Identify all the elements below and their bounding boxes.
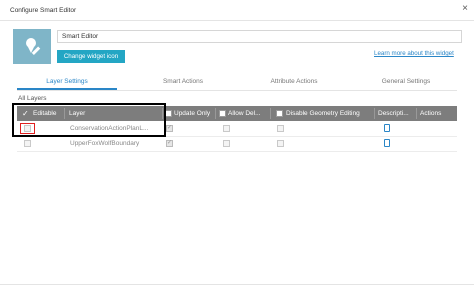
title-divider <box>0 20 474 21</box>
col-description[interactable]: Descripti... <box>378 106 409 121</box>
widget-icon-preview <box>13 29 51 64</box>
row2-disable-geometry-checkbox[interactable] <box>277 140 284 147</box>
row2-update-only-checkbox[interactable] <box>166 139 173 147</box>
allow-delete-all-checkbox[interactable] <box>219 110 226 117</box>
tab-general-settings[interactable]: General Settings <box>350 78 462 85</box>
col-disable-geometry[interactable]: Disable Geometry Editing <box>286 106 360 121</box>
col-divider <box>270 108 271 119</box>
change-widget-icon-button[interactable]: Change widget icon <box>57 50 125 63</box>
pencil-icon <box>26 38 41 55</box>
col-divider <box>416 108 417 119</box>
tabs-divider <box>17 90 457 91</box>
tab-attribute-actions[interactable]: Attribute Actions <box>238 78 350 85</box>
learn-more-link[interactable]: Learn more about this widget <box>374 50 454 57</box>
disable-geometry-all-checkbox[interactable] <box>276 110 283 117</box>
col-actions[interactable]: Actions <box>420 106 441 121</box>
row2-allow-delete-checkbox[interactable] <box>223 140 230 147</box>
annotation-highlight-box <box>12 103 166 137</box>
col-divider <box>215 108 216 119</box>
update-only-all-checkbox[interactable] <box>165 110 172 117</box>
all-layers-label: All Layers <box>18 95 47 102</box>
widget-name-input[interactable]: Smart Editor <box>57 30 462 43</box>
col-update-only[interactable]: Update Only <box>174 106 210 121</box>
row1-update-only-checkbox[interactable] <box>166 124 173 132</box>
row1-description-icon[interactable] <box>384 124 390 132</box>
row1-disable-geometry-checkbox[interactable] <box>277 125 284 132</box>
col-divider <box>374 108 375 119</box>
dialog-title: Configure Smart Editor <box>10 7 77 14</box>
close-icon[interactable]: × <box>462 3 468 14</box>
row2-editable-checkbox[interactable] <box>24 140 31 147</box>
footer-divider <box>0 284 474 285</box>
annotation-red-box <box>20 123 35 134</box>
row-divider <box>17 151 457 152</box>
tab-layer-settings[interactable]: Layer Settings <box>17 78 117 85</box>
row1-allow-delete-checkbox[interactable] <box>223 125 230 132</box>
row2-description-icon[interactable] <box>384 139 390 147</box>
tab-smart-actions[interactable]: Smart Actions <box>128 78 238 85</box>
col-allow-delete[interactable]: Allow Del... <box>228 106 261 121</box>
row2-layer-name: UpperFoxWolfBoundary <box>70 140 140 147</box>
